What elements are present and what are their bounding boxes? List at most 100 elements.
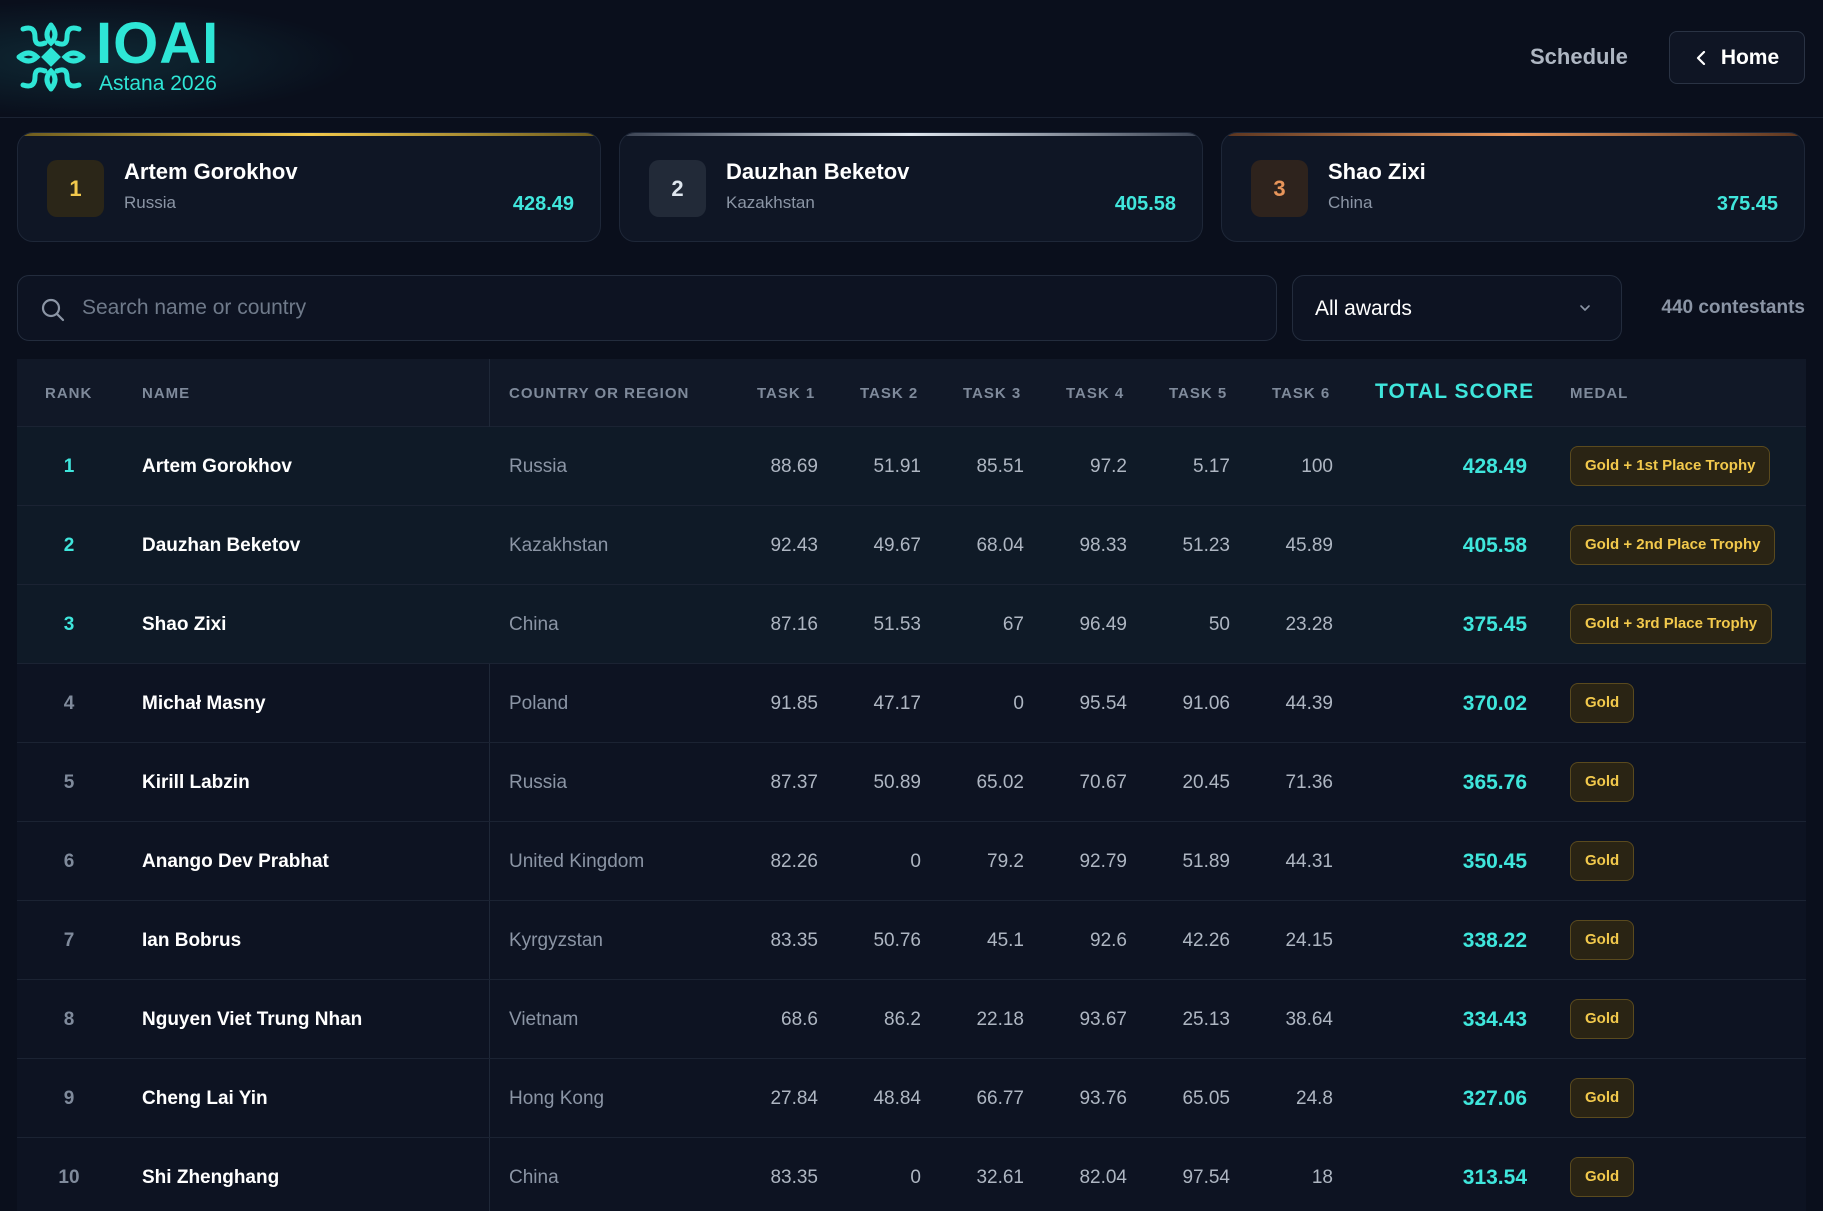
podium-name: Shao Zixi [1328,159,1426,184]
podium-country: China [1328,193,1373,212]
table-row[interactable]: 5 Kirill Labzin Russia 87.37 50.89 65.02 70.67… [17,743,1806,822]
row-name: Cheng Lai Yin [142,1088,268,1109]
table-row[interactable]: 7 Ian Bobrus Kyrgyzstan 83.35 50.76 45.1 92.6 4… [17,901,1806,980]
podium-score: 405.58 [1114,193,1176,215]
column-header-task2[interactable]: TASK 2 [860,385,918,402]
row-rank: 8 [63,1009,75,1030]
row-task3-score: 32.61 [976,1167,1024,1188]
row-total-score: 428.49 [1462,455,1527,478]
row-task6-score: 18 [1311,1167,1333,1188]
row-task2-score: 50.76 [873,930,921,951]
column-header-rank[interactable]: RANK [45,385,92,402]
row-task2-score: 49.67 [873,535,921,556]
column-header-country[interactable]: COUNTRY OR REGION [509,385,689,402]
column-header-task6[interactable]: TASK 6 [1272,385,1330,402]
chevron-down-icon [1580,305,1590,311]
row-rank: 2 [63,535,75,556]
home-button[interactable]: Home [1669,31,1805,84]
table-row[interactable]: 1 Artem Gorokhov Russia 88.69 51.91 85.51 97.2… [17,427,1806,506]
row-country: United Kingdom [509,851,645,872]
row-rank: 5 [63,772,75,793]
row-task1-score: 92.43 [770,535,818,556]
table-row[interactable]: 9 Cheng Lai Yin Hong Kong 27.84 48.84 66.77 93… [17,1059,1806,1138]
ornament-logo-icon[interactable] [15,21,87,93]
row-task5-score: 25.13 [1182,1009,1230,1030]
table-row[interactable]: 2 Dauzhan Beketov Kazakhstan 92.43 49.67 68.0… [17,506,1806,585]
podium-country: Russia [124,193,176,212]
row-task5-score: 50 [1208,614,1230,635]
podium-name: Dauzhan Beketov [726,159,910,184]
row-task5-score: 20.45 [1182,772,1230,793]
row-rank: 7 [63,930,75,951]
row-name: Artem Gorokhov [142,456,292,477]
column-header-task4[interactable]: TASK 4 [1066,385,1124,402]
column-header-task3[interactable]: TASK 3 [963,385,1021,402]
row-task4-score: 70.67 [1079,772,1127,793]
row-task6-score: 44.39 [1285,693,1333,714]
row-total-score: 405.58 [1462,534,1527,557]
table-row[interactable]: 8 Nguyen Viet Trung Nhan Vietnam 68.6 86.2 22… [17,980,1806,1059]
awards-select[interactable]: All awards [1292,275,1622,341]
column-header-task1[interactable]: TASK 1 [757,385,815,402]
row-country: Kazakhstan [509,535,609,556]
logo-subtitle: Astana 2026 [99,72,217,95]
row-task2-score: 0 [910,851,921,872]
row-country: Russia [509,456,568,477]
row-task3-score: 66.77 [976,1088,1024,1109]
table-row[interactable]: 10 Shi Zhenghang China 83.35 0 32.61 82.04 97.5… [17,1138,1806,1211]
row-task3-score: 67 [1002,614,1024,635]
row-country: China [509,614,559,635]
row-total-score: 327.06 [1462,1087,1527,1110]
row-task1-score: 83.35 [770,1167,818,1188]
row-task4-score: 96.49 [1079,614,1127,635]
column-header-total-score[interactable]: TOTAL SCORE [1375,380,1534,404]
podium-card-first[interactable]: 1 Artem Gorokhov Russia 428.49 [17,132,601,242]
podium-card-second[interactable]: 2 Dauzhan Beketov Kazakhstan 405.58 [619,132,1203,242]
podium-rank-badge: 3 [1251,160,1308,217]
table-row[interactable]: 6 Anango Dev Prabhat United Kingdom 82.26 0 7… [17,822,1806,901]
row-task1-score: 88.69 [770,456,818,477]
row-task5-score: 5.17 [1193,456,1230,477]
column-header-medal[interactable]: MEDAL [1570,385,1628,402]
column-header-name[interactable]: NAME [142,385,190,402]
row-task4-score: 82.04 [1079,1167,1127,1188]
home-button-label: Home [1720,45,1780,69]
row-task6-score: 24.15 [1285,930,1333,951]
row-task3-score: 68.04 [976,535,1024,556]
row-name: Nguyen Viet Trung Nhan [142,1009,363,1030]
column-header-task5[interactable]: TASK 5 [1169,385,1227,402]
medal-badge: Gold [1570,1157,1635,1197]
row-task5-score: 65.05 [1182,1088,1230,1109]
row-task2-score: 47.17 [873,693,921,714]
row-rank: 1 [63,456,75,477]
row-task6-score: 71.36 [1285,772,1333,793]
row-rank: 3 [63,614,75,635]
row-country: Poland [509,693,569,714]
row-country: China [509,1167,559,1188]
table-row[interactable]: 3 Shao Zixi China 87.16 51.53 67 96.49 50 23.28 3… [17,585,1806,664]
row-task4-score: 92.6 [1090,930,1127,951]
nav-schedule-link[interactable]: Schedule [1530,44,1628,70]
table-row[interactable]: 4 Michał Masny Poland 91.85 47.17 0 95.54 91.06… [17,664,1806,743]
medal-badge: Gold [1570,683,1635,723]
row-country: Hong Kong [509,1088,605,1109]
row-total-score: 350.45 [1462,850,1527,873]
medal-badge: Gold + 2nd Place Trophy [1570,525,1776,565]
contestant-count: 440 contestants [1661,297,1805,318]
podium-score: 428.49 [512,193,574,215]
row-task5-score: 97.54 [1182,1167,1230,1188]
podium-accent-bar [18,133,600,136]
search-input[interactable] [82,276,1232,340]
row-task2-score: 50.89 [873,772,921,793]
row-task1-score: 82.26 [770,851,818,872]
row-task2-score: 86.2 [884,1009,921,1030]
row-name: Kirill Labzin [142,772,250,793]
podium-card-third[interactable]: 3 Shao Zixi China 375.45 [1221,132,1805,242]
row-task3-score: 0 [1013,693,1024,714]
row-task4-score: 93.67 [1079,1009,1127,1030]
row-task6-score: 24.8 [1296,1088,1333,1109]
awards-select-value: All awards [1315,297,1412,320]
row-country: Vietnam [509,1009,579,1030]
row-total-score: 375.45 [1462,613,1527,636]
row-task1-score: 68.6 [781,1009,818,1030]
